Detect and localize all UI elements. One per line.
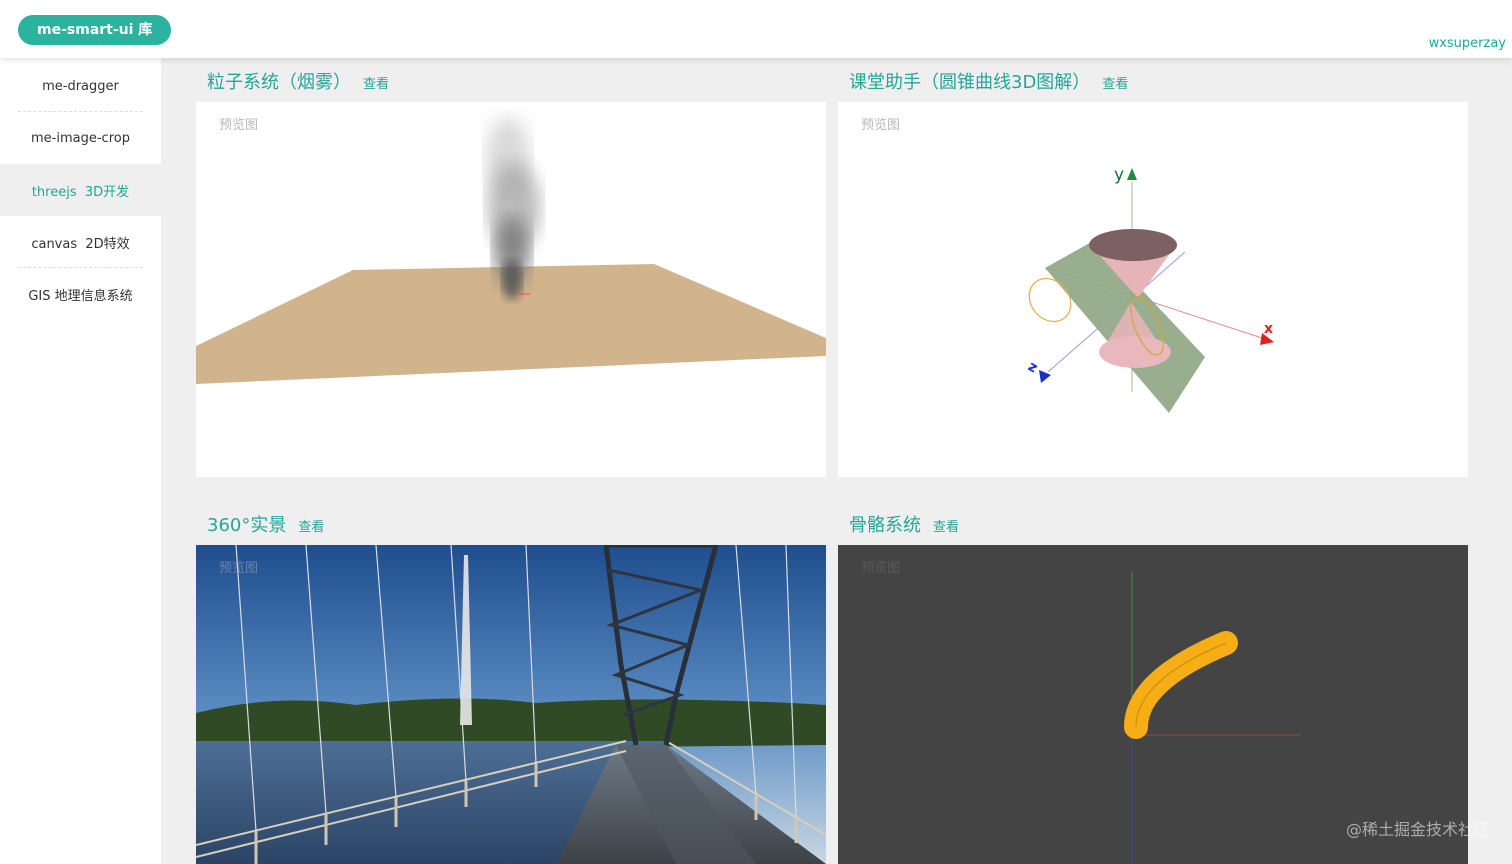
sidebar-item-label: me-dragger: [42, 78, 119, 94]
card-title-smoke: 粒子系统（烟雾） 查看: [207, 68, 389, 94]
card-title-panorama: 360°实景 查看: [207, 511, 324, 537]
card-title-cone: 课堂助手（圆锥曲线3D图解） 查看: [849, 68, 1128, 94]
x-axis-label: x: [1264, 321, 1273, 337]
view-link[interactable]: 查看: [1102, 73, 1128, 92]
card-title-text: 360°实景: [207, 515, 287, 536]
z-axis-label: z: [1025, 358, 1040, 376]
sidebar: me-dragger me-image-crop threejs 3D开发 ca…: [0, 58, 161, 864]
top-bar: me-smart-ui 库 wxsuperzay: [0, 0, 1512, 58]
sidebar-item-label: GIS 地理信息系统: [28, 288, 133, 304]
cone-scene-image: y x z: [1025, 165, 1274, 413]
sidebar-item-me-dragger[interactable]: me-dragger: [0, 60, 161, 112]
view-link[interactable]: 查看: [363, 73, 389, 92]
sidebar-item-gis[interactable]: GIS 地理信息系统: [0, 268, 161, 320]
smoke-scene-image: [196, 117, 826, 384]
sidebar-item-canvas[interactable]: canvas 2D特效: [0, 216, 161, 268]
preview-cone[interactable]: 预览图 y x z: [838, 102, 1468, 477]
card-title-skeleton: 骨骼系统 查看: [849, 511, 959, 537]
view-link[interactable]: 查看: [298, 516, 324, 535]
sidebar-item-label: me-image-crop: [31, 130, 130, 146]
preview-label: 预览图: [861, 118, 901, 133]
sidebar-item-label: threejs 3D开发: [31, 184, 130, 200]
preview-panorama[interactable]: 预览图: [196, 545, 826, 864]
card-title-text: 骨骼系统: [849, 515, 921, 536]
username-link[interactable]: wxsuperzay: [1429, 36, 1506, 51]
sidebar-item-me-image-crop[interactable]: me-image-crop: [0, 112, 161, 164]
view-link[interactable]: 查看: [933, 516, 959, 535]
preview-label: 预览图: [219, 118, 259, 133]
watermark-text: @稀土掘金技术社区: [1345, 820, 1490, 839]
card-title-text: 课堂助手（圆锥曲线3D图解）: [849, 72, 1091, 93]
brand-button[interactable]: me-smart-ui 库: [18, 15, 172, 45]
preview-label: 预览图: [861, 561, 901, 576]
sidebar-item-label: canvas 2D特效: [31, 236, 130, 252]
panorama-scene-image: [196, 545, 826, 864]
preview-label: 预览图: [219, 561, 259, 576]
sidebar-item-threejs[interactable]: threejs 3D开发: [0, 164, 161, 216]
preview-smoke[interactable]: 预览图: [196, 102, 826, 477]
y-axis-label: y: [1114, 165, 1124, 185]
card-title-text: 粒子系统（烟雾）: [207, 72, 351, 93]
